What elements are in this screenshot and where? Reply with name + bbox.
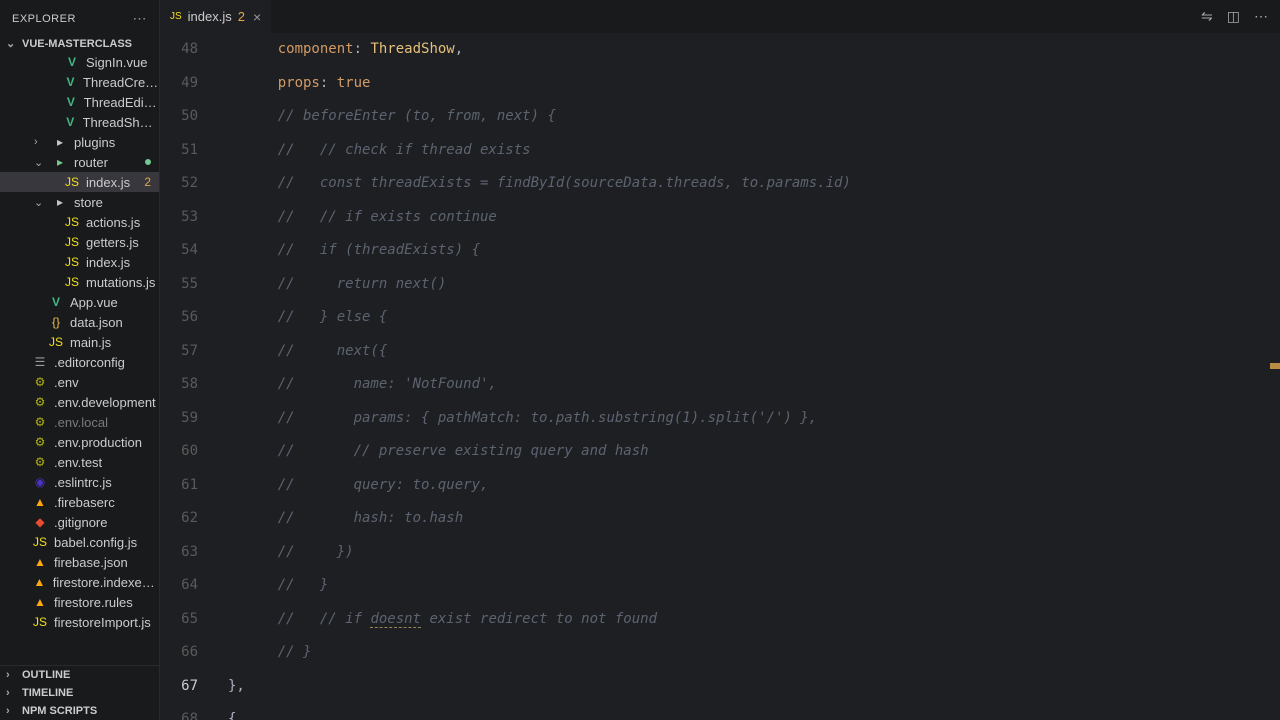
explorer-actions: ⋯ — [133, 10, 148, 27]
modified-dot — [145, 159, 151, 165]
tree-item[interactable]: ▲firestore.rules — [0, 592, 159, 612]
chevron-icon: ⌄ — [34, 196, 46, 209]
explorer-header: EXPLORER ⋯ — [0, 0, 159, 35]
tree-item-label: index.js — [86, 255, 130, 270]
tree-item[interactable]: VThreadCreate… — [0, 72, 159, 92]
tree-item[interactable]: ⚙.env — [0, 372, 159, 392]
timeline-section[interactable]: ›TIMELINE — [0, 684, 159, 702]
tree-item[interactable]: VSignIn.vue — [0, 52, 159, 72]
tree-item[interactable]: ⌄▸store — [0, 192, 159, 212]
tree-item[interactable]: JSmutations.js — [0, 272, 159, 292]
more-icon[interactable]: ⋯ — [1254, 8, 1268, 25]
tree-item-label: index.js — [86, 175, 130, 190]
tree-item-label: .env.local — [54, 415, 108, 430]
split-icon[interactable]: ◫ — [1227, 8, 1240, 25]
tree-item[interactable]: VApp.vue — [0, 292, 159, 312]
tree-item[interactable]: ☰.editorconfig — [0, 352, 159, 372]
tree-item-label: SignIn.vue — [86, 55, 147, 70]
chevron-icon: › — [34, 136, 46, 148]
tree-item-label: mutations.js — [86, 275, 155, 290]
tree-item[interactable]: JSactions.js — [0, 212, 159, 232]
tree-item[interactable]: ◉.eslintrc.js — [0, 472, 159, 492]
close-icon[interactable]: × — [251, 9, 263, 25]
tree-item-label: store — [74, 195, 103, 210]
tree-item-label: .editorconfig — [54, 355, 125, 370]
tab-index-js[interactable]: JS index.js 2 × — [160, 0, 271, 33]
line-gutter: 4849505152535455565758596061626364656667… — [160, 33, 220, 720]
tab-bar: JS index.js 2 × ⇋ ◫ ⋯ — [160, 0, 1280, 33]
tree-item-label: .env.production — [54, 435, 142, 450]
tree-item-label: .firebaserc — [54, 495, 115, 510]
tree-item-label: ThreadCreate… — [83, 75, 159, 90]
chevron-icon: ⌄ — [34, 156, 46, 169]
tree-item[interactable]: ⌄▸router — [0, 152, 159, 172]
tree-item[interactable]: ⚙.env.test — [0, 452, 159, 472]
tree-item-label: .env.development — [54, 395, 156, 410]
tree-item[interactable]: VThreadEdit.vue — [0, 92, 159, 112]
tree-item-label: .env.test — [54, 455, 102, 470]
tree-item[interactable]: ▲.firebaserc — [0, 492, 159, 512]
tree-item-label: ThreadEdit.vue — [84, 95, 159, 110]
compare-icon[interactable]: ⇋ — [1201, 8, 1213, 25]
project-name: VUE-MASTERCLASS — [22, 38, 132, 50]
tree-item-label: babel.config.js — [54, 535, 137, 550]
tree-item[interactable]: ⚙.env.local — [0, 412, 159, 432]
project-header[interactable]: ⌄ VUE-MASTERCLASS — [0, 35, 159, 52]
tree-item-label: .gitignore — [54, 515, 107, 530]
file-tree: VSignIn.vueVThreadCreate…VThreadEdit.vue… — [0, 52, 159, 665]
explorer-title: EXPLORER — [12, 13, 76, 25]
tabbar-actions: ⇋ ◫ ⋯ — [1201, 8, 1280, 25]
tree-item[interactable]: ▲firebase.json — [0, 552, 159, 572]
tree-item[interactable]: ›▸plugins — [0, 132, 159, 152]
tree-item[interactable]: ◆.gitignore — [0, 512, 159, 532]
tree-item[interactable]: {}data.json — [0, 312, 159, 332]
tree-item[interactable]: ⚙.env.development — [0, 392, 159, 412]
minimap[interactable] — [1266, 33, 1280, 720]
tree-item[interactable]: JSgetters.js — [0, 232, 159, 252]
tree-item-label: firestore.indexes.j… — [53, 575, 159, 590]
tree-item[interactable]: JSbabel.config.js — [0, 532, 159, 552]
tree-item-label: App.vue — [70, 295, 118, 310]
tree-item-label: .env — [54, 375, 79, 390]
bottom-sections: ›OUTLINE ›TIMELINE ›NPM SCRIPTS — [0, 665, 159, 720]
tree-item-label: data.json — [70, 315, 123, 330]
tree-item-label: main.js — [70, 335, 111, 350]
tree-item-label: router — [74, 155, 108, 170]
tree-item-label: getters.js — [86, 235, 139, 250]
tab-problem-count: 2 — [238, 9, 245, 24]
tree-item[interactable]: JSindex.js2 — [0, 172, 159, 192]
tree-item[interactable]: ⚙.env.production — [0, 432, 159, 452]
tree-item-label: ThreadShow.vue — [83, 115, 159, 130]
js-icon: JS — [170, 11, 182, 22]
tree-item[interactable]: VThreadShow.vue — [0, 112, 159, 132]
tab-filename: index.js — [188, 9, 232, 24]
code-editor[interactable]: 4849505152535455565758596061626364656667… — [160, 33, 1280, 720]
problem-badge: 2 — [144, 175, 151, 189]
tree-item[interactable]: ▲firestore.indexes.j… — [0, 572, 159, 592]
tree-item[interactable]: JSmain.js — [0, 332, 159, 352]
outline-section[interactable]: ›OUTLINE — [0, 666, 159, 684]
tree-item-label: .eslintrc.js — [54, 475, 112, 490]
tree-item[interactable]: JSfirestoreImport.js — [0, 612, 159, 632]
tree-item-label: actions.js — [86, 215, 140, 230]
chevron-down-icon: ⌄ — [6, 37, 18, 50]
tree-item-label: firebase.json — [54, 555, 128, 570]
code-area[interactable]: component: ThreadShow, props: true // be… — [220, 33, 1280, 720]
explorer-more-icon[interactable]: ⋯ — [133, 10, 148, 27]
tree-item-label: firestore.rules — [54, 595, 133, 610]
editor-main: JS index.js 2 × ⇋ ◫ ⋯ 484950515253545556… — [160, 0, 1280, 720]
explorer-sidebar: EXPLORER ⋯ ⌄ VUE-MASTERCLASS VSignIn.vue… — [0, 0, 160, 720]
npm-scripts-section[interactable]: ›NPM SCRIPTS — [0, 702, 159, 720]
tree-item-label: firestoreImport.js — [54, 615, 151, 630]
tree-item[interactable]: JSindex.js — [0, 252, 159, 272]
tree-item-label: plugins — [74, 135, 115, 150]
